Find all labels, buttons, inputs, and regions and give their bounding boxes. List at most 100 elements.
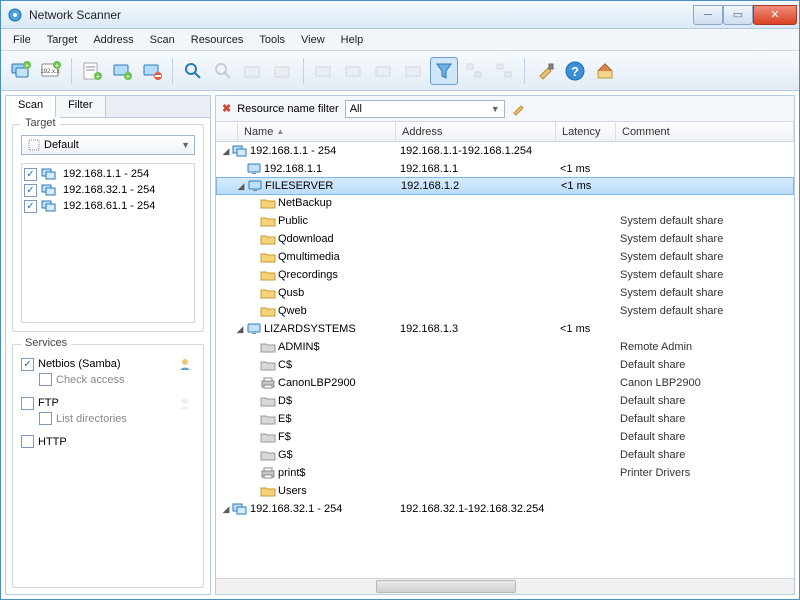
tree-b-button[interactable] [490, 57, 518, 85]
search-dim-button[interactable] [209, 57, 237, 85]
row-name: Qusb [278, 287, 304, 299]
menu-help[interactable]: Help [333, 32, 372, 48]
hscroll-thumb[interactable] [376, 580, 516, 593]
sidetab-filter[interactable]: Filter [56, 96, 105, 117]
edit-filter-button[interactable] [511, 102, 527, 116]
checkbox-checked-icon[interactable]: ✓ [24, 168, 37, 181]
add-ip-button[interactable]: 192.x.x+ [37, 57, 65, 85]
checkbox-icon[interactable] [39, 373, 52, 386]
checkbox-icon[interactable] [21, 435, 34, 448]
hscrollbar[interactable] [216, 578, 794, 594]
menu-address[interactable]: Address [85, 32, 141, 48]
row-comment: Default share [616, 449, 794, 461]
tree-row[interactable]: ◢192.168.1.1 - 254192.168.1.1-192.168.1.… [216, 142, 794, 160]
user-icon[interactable] [177, 357, 193, 371]
tree-row[interactable]: F$Default share [216, 428, 794, 446]
row-comment: System default share [616, 251, 794, 263]
help-button[interactable]: ? [561, 57, 589, 85]
folder-search2-button[interactable] [269, 57, 297, 85]
filter-label: Resource name filter [237, 103, 339, 115]
add-monitors-button[interactable]: + [7, 57, 35, 85]
menu-file[interactable]: File [5, 32, 39, 48]
folder-a-button[interactable] [310, 57, 338, 85]
tree-row[interactable]: E$Default share [216, 410, 794, 428]
remove-monitor-button[interactable] [138, 57, 166, 85]
tree-row[interactable]: QusbSystem default share [216, 284, 794, 302]
expand-toggle[interactable]: ◢ [220, 146, 232, 157]
folder-search-button[interactable] [239, 57, 267, 85]
tree-row[interactable]: ◢192.168.32.1 - 254192.168.32.1-192.168.… [216, 500, 794, 518]
search-button[interactable] [179, 57, 207, 85]
tree-row[interactable]: print$Printer Drivers [216, 464, 794, 482]
menu-scan[interactable]: Scan [142, 32, 183, 48]
tree-row[interactable]: ◢FILESERVER192.168.1.2<1 ms [216, 177, 794, 195]
checkbox-icon[interactable] [21, 397, 34, 410]
maximize-button[interactable]: ▭ [723, 5, 753, 25]
row-name: Qrecordings [278, 269, 338, 281]
close-button[interactable]: ✕ [753, 5, 797, 25]
settings-button[interactable] [531, 57, 559, 85]
col-name[interactable]: Name ▲ [238, 122, 396, 141]
tree-row[interactable]: ◢LIZARDSYSTEMS192.168.1.3<1 ms [216, 320, 794, 338]
add-monitor-button[interactable]: + [108, 57, 136, 85]
filter-select[interactable]: All ▼ [345, 100, 505, 118]
folder-b-button[interactable] [340, 57, 368, 85]
tree-a-button[interactable] [460, 57, 488, 85]
target-list[interactable]: ✓192.168.1.1 - 254 ✓192.168.32.1 - 254 ✓… [21, 163, 195, 323]
add-list-button[interactable]: + [78, 57, 106, 85]
expand-toggle[interactable]: ◢ [235, 181, 247, 192]
row-name: D$ [278, 395, 292, 407]
tree-row[interactable]: G$Default share [216, 446, 794, 464]
tree-row[interactable]: ADMIN$Remote Admin [216, 338, 794, 356]
expand-toggle[interactable]: ◢ [220, 504, 232, 515]
col-address[interactable]: Address [396, 122, 556, 141]
folder-d-button[interactable] [400, 57, 428, 85]
checkbox-checked-icon[interactable]: ✓ [24, 200, 37, 213]
tree-row[interactable]: D$Default share [216, 392, 794, 410]
grid-body[interactable]: ◢192.168.1.1 - 254192.168.1.1-192.168.1.… [216, 142, 794, 578]
titlebar[interactable]: Network Scanner ─ ▭ ✕ [1, 1, 799, 29]
printer-icon [260, 466, 276, 480]
row-comment: System default share [616, 305, 794, 317]
folder-g-icon [260, 358, 276, 372]
col-latency[interactable]: Latency [556, 122, 616, 141]
folder-c-button[interactable] [370, 57, 398, 85]
tree-row[interactable]: CanonLBP2900Canon LBP2900 [216, 374, 794, 392]
chevron-down-icon: ▼ [491, 104, 500, 114]
tree-row[interactable]: QwebSystem default share [216, 302, 794, 320]
checkbox-checked-icon[interactable]: ✓ [21, 358, 34, 371]
minimize-button[interactable]: ─ [693, 5, 723, 25]
tree-row[interactable]: 192.168.1.1192.168.1.1<1 ms [216, 160, 794, 178]
tree-row[interactable]: QmultimediaSystem default share [216, 248, 794, 266]
target-select[interactable]: Default ▼ [21, 135, 195, 155]
checkbox-checked-icon[interactable]: ✓ [24, 184, 37, 197]
home-button[interactable] [591, 57, 619, 85]
tree-row[interactable]: Users [216, 482, 794, 500]
menu-resources[interactable]: Resources [183, 32, 252, 48]
col-comment[interactable]: Comment [616, 122, 794, 141]
expand-toggle[interactable]: ◢ [234, 324, 246, 335]
target-select-value: Default [44, 139, 79, 151]
target-label: Target [21, 117, 60, 129]
funnel-button[interactable] [430, 57, 458, 85]
tree-row[interactable]: C$Default share [216, 356, 794, 374]
sidetab-scan[interactable]: Scan [6, 96, 56, 118]
tree-row[interactable]: QdownloadSystem default share [216, 230, 794, 248]
tree-row[interactable]: NetBackup [216, 194, 794, 212]
monitor-icon [246, 162, 262, 176]
clear-filter-button[interactable]: ✖ [222, 102, 231, 115]
folder-y-icon [260, 214, 276, 228]
tree-row[interactable]: PublicSystem default share [216, 212, 794, 230]
checkbox-icon[interactable] [39, 412, 52, 425]
menu-view[interactable]: View [293, 32, 333, 48]
row-comment: System default share [616, 269, 794, 281]
menu-target[interactable]: Target [39, 32, 86, 48]
col-tree[interactable] [216, 122, 238, 141]
menu-tools[interactable]: Tools [251, 32, 293, 48]
filter-value: All [350, 103, 362, 115]
row-comment: Canon LBP2900 [616, 377, 794, 389]
sidepanel: Scan Filter Target Default ▼ ✓192.168.1.… [5, 95, 211, 595]
svg-text:?: ? [571, 64, 579, 79]
tree-row[interactable]: Qrecordings System default share [216, 266, 794, 284]
row-name: ADMIN$ [278, 341, 320, 353]
